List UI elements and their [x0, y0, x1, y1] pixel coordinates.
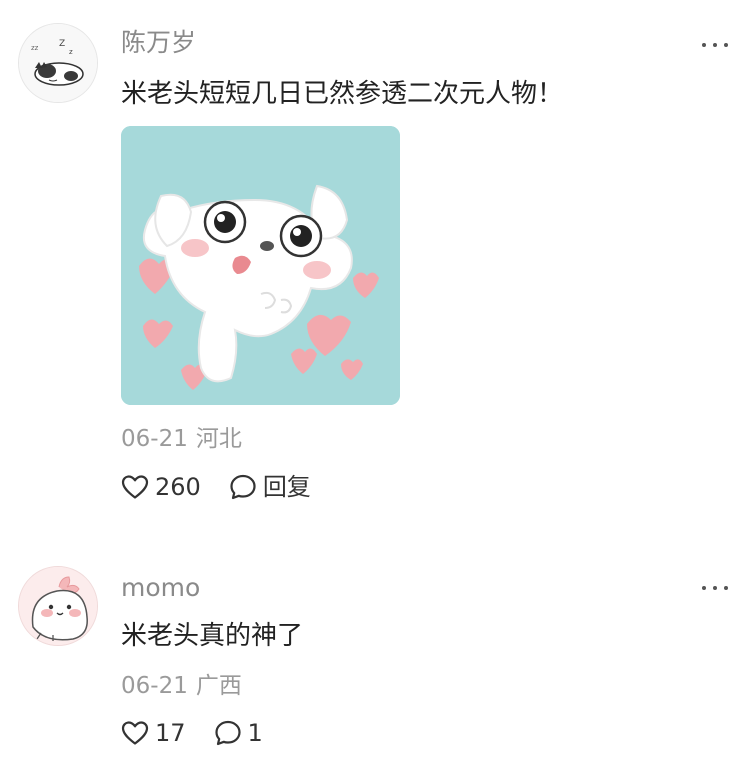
comment-item: momo 米老头真的神了 06-21 广西 17 1 [0, 560, 750, 776]
speech-bubble-icon [214, 720, 241, 746]
comment-actions: 260 回复 [121, 472, 339, 502]
sleeping-cat-avatar-icon: zz Z z [19, 24, 97, 102]
more-dots-icon[interactable] [702, 41, 728, 49]
reply-count: 1 [247, 719, 263, 747]
like-button[interactable]: 17 [121, 718, 186, 748]
comment-text: 米老头真的神了 [121, 621, 304, 651]
svg-text:z: z [69, 48, 73, 56]
comment-date: 06-21 [121, 426, 188, 452]
comment-actions: 17 1 [121, 718, 291, 748]
more-dots-icon[interactable] [702, 584, 728, 592]
comment-username[interactable]: momo [121, 573, 200, 603]
heart-outline-icon [121, 475, 149, 499]
svg-text:Z: Z [59, 39, 65, 49]
like-count: 17 [155, 719, 186, 747]
comment-username[interactable]: 陈万岁 [121, 28, 196, 58]
comment-sticker-image[interactable] [121, 126, 400, 405]
comment-item: zz Z z 陈万岁 米老头短短几日已然参透二次元人物！ 06-21 河北 26… [0, 0, 750, 520]
comment-meta: 06-21 河北 [121, 425, 242, 453]
svg-text:zz: zz [31, 44, 39, 52]
avatar[interactable]: zz Z z [18, 23, 98, 103]
like-count: 260 [155, 473, 201, 501]
pink-blob-avatar-icon [19, 567, 97, 645]
white-puppy-hearts-sticker-icon [121, 126, 400, 405]
reply-button[interactable]: 1 [214, 718, 263, 748]
avatar[interactable] [18, 566, 98, 646]
speech-bubble-icon [230, 474, 256, 500]
comment-meta: 06-21 广西 [121, 672, 242, 700]
like-button[interactable]: 260 [121, 472, 201, 502]
comment-text: 米老头短短几日已然参透二次元人物！ [121, 79, 564, 109]
comment-date: 06-21 [121, 673, 188, 699]
reply-button[interactable]: 回复 [229, 472, 311, 502]
heart-outline-icon [121, 721, 149, 745]
comment-location: 河北 [195, 426, 242, 452]
reply-label: 回复 [262, 473, 311, 501]
comment-location: 广西 [195, 673, 242, 699]
